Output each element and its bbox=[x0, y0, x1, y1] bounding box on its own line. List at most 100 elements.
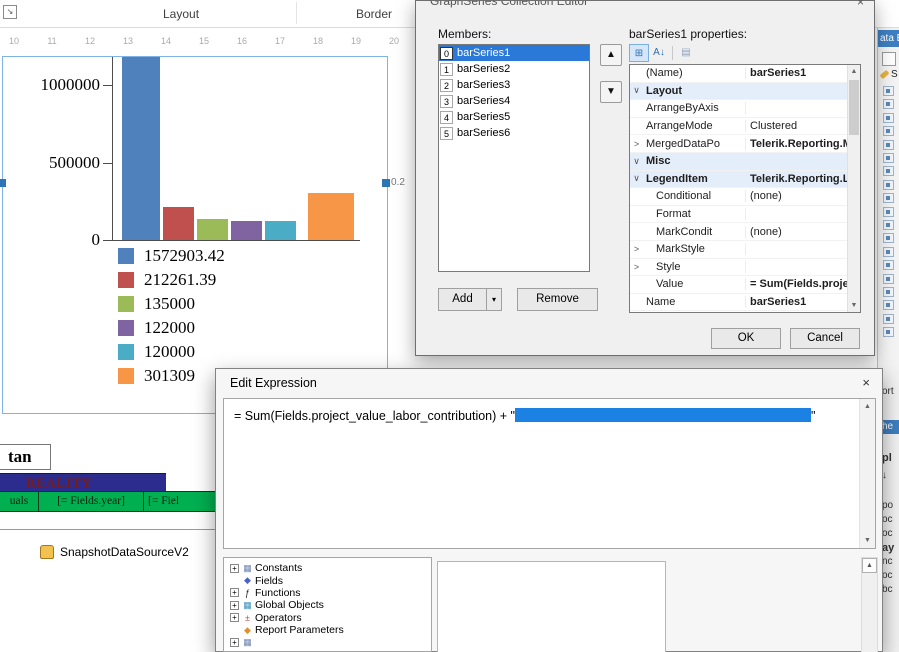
chart-bar[interactable] bbox=[308, 193, 354, 240]
property-row[interactable]: ∨Layout bbox=[630, 83, 847, 101]
property-row[interactable]: (Name)barSeries1 bbox=[630, 65, 847, 83]
expression-scrollbar[interactable]: ▲ ▼ bbox=[859, 399, 875, 548]
tree-item[interactable]: +▦Global Objects bbox=[224, 599, 431, 611]
panel-item-icon[interactable] bbox=[883, 300, 894, 310]
table-data-row[interactable]: uals [= Fields.year] [= Fiel bbox=[0, 491, 216, 512]
scroll-up-icon[interactable]: ▲ bbox=[860, 400, 875, 413]
row-expander-icon[interactable]: > bbox=[630, 139, 643, 149]
members-panel[interactable] bbox=[437, 561, 666, 652]
category-tree[interactable]: +▦Constants◆Fields+ƒFunctions+▦Global Ob… bbox=[223, 557, 432, 652]
property-row[interactable]: >MergedDataPoTelerik.Reporting.M bbox=[630, 135, 847, 153]
member-row[interactable]: 5barSeries6 bbox=[439, 125, 589, 141]
tree-item[interactable]: +▦ bbox=[224, 636, 431, 648]
property-row[interactable]: ArrangeByAxis bbox=[630, 100, 847, 118]
collection-editor-titlebar[interactable]: GraphSeries Collection Editor × bbox=[416, 1, 874, 10]
expression-text-area[interactable]: = Sum(Fields.project_value_labor_contrib… bbox=[223, 398, 876, 549]
close-icon[interactable]: × bbox=[862, 375, 870, 390]
categorized-icon[interactable]: ⊞ bbox=[629, 44, 649, 62]
chart-bar[interactable] bbox=[265, 221, 296, 240]
panel-item-icon[interactable] bbox=[883, 140, 894, 150]
chevron-down-icon[interactable]: ▾ bbox=[486, 289, 501, 310]
panel-item-icon[interactable] bbox=[883, 220, 894, 230]
property-row[interactable]: >MarkStyle bbox=[630, 241, 847, 259]
property-row[interactable]: ∨Misc bbox=[630, 153, 847, 171]
property-row[interactable]: Conditional(none) bbox=[630, 188, 847, 206]
scroll-down-icon[interactable]: ▼ bbox=[860, 534, 875, 547]
expand-icon[interactable]: + bbox=[230, 613, 239, 622]
property-row[interactable]: MarkCondit(none) bbox=[630, 223, 847, 241]
panel-key-row[interactable]: S bbox=[880, 68, 898, 80]
panel-item-icon[interactable] bbox=[883, 327, 894, 337]
chart-bar[interactable] bbox=[163, 207, 194, 240]
panel-item-icon[interactable] bbox=[883, 287, 894, 297]
description-scrollbar[interactable]: ▲ bbox=[861, 557, 878, 652]
member-row[interactable]: 4barSeries5 bbox=[439, 109, 589, 125]
row-expander-icon[interactable]: ∨ bbox=[630, 85, 643, 96]
scroll-down-icon[interactable]: ▼ bbox=[848, 299, 860, 312]
expand-icon[interactable]: + bbox=[230, 638, 239, 647]
property-row[interactable]: ArrangeModeClustered bbox=[630, 118, 847, 136]
panel-item-icon[interactable] bbox=[883, 99, 894, 109]
property-row[interactable]: Format bbox=[630, 206, 847, 224]
add-button[interactable]: Add ▾ bbox=[438, 288, 502, 311]
chart-bar[interactable] bbox=[231, 221, 262, 240]
expand-icon[interactable]: + bbox=[230, 588, 239, 597]
scroll-up-icon[interactable]: ▲ bbox=[848, 65, 860, 78]
panel-item-icon[interactable] bbox=[883, 314, 894, 324]
members-list[interactable]: 0barSeries11barSeries22barSeries33barSer… bbox=[438, 44, 590, 272]
chart-bar[interactable] bbox=[122, 57, 160, 240]
report-text-cell[interactable]: tan bbox=[0, 444, 51, 470]
panel-item-icon[interactable] bbox=[883, 274, 894, 284]
ok-button[interactable]: OK bbox=[711, 328, 781, 349]
panel-item-icon[interactable] bbox=[883, 247, 894, 257]
scrollbar-thumb[interactable] bbox=[849, 80, 859, 135]
panel-item-icon[interactable] bbox=[883, 166, 894, 176]
datasource-item[interactable]: SnapshotDataSourceV2 bbox=[40, 545, 189, 559]
remove-button[interactable]: Remove bbox=[517, 288, 598, 311]
member-row[interactable]: 1barSeries2 bbox=[439, 61, 589, 77]
table-cell[interactable]: [= Fiel bbox=[144, 492, 216, 511]
property-row[interactable]: ∨LegendItemTelerik.Reporting.L bbox=[630, 171, 847, 189]
row-expander-icon[interactable]: > bbox=[630, 262, 643, 272]
tree-item[interactable]: ◆Fields bbox=[224, 574, 431, 586]
tree-item[interactable]: +▦Constants bbox=[224, 562, 431, 574]
panel-item-icon[interactable] bbox=[883, 153, 894, 163]
tree-item[interactable]: +±Operators bbox=[224, 612, 431, 624]
table-cell[interactable]: [= Fields.year] bbox=[39, 492, 144, 511]
table-header-row[interactable]: REALITY bbox=[0, 473, 166, 492]
scroll-up-icon[interactable]: ▲ bbox=[862, 558, 877, 573]
panel-item-icon[interactable] bbox=[883, 260, 894, 270]
refresh-icon[interactable] bbox=[882, 52, 896, 66]
property-row[interactable]: Value= Sum(Fields.proje bbox=[630, 276, 847, 294]
right-panel-header[interactable]: ata E bbox=[878, 30, 899, 47]
selection-handle-left[interactable] bbox=[0, 179, 6, 187]
panel-item-icon[interactable] bbox=[883, 207, 894, 217]
cancel-button[interactable]: Cancel bbox=[790, 328, 860, 349]
row-expander-icon[interactable]: > bbox=[630, 244, 643, 254]
property-row[interactable]: >Style bbox=[630, 259, 847, 277]
property-row[interactable]: NamebarSeries1 bbox=[630, 294, 847, 312]
move-down-button[interactable]: ▼ bbox=[600, 81, 622, 103]
row-expander-icon[interactable]: ∨ bbox=[630, 156, 643, 167]
close-icon[interactable]: × bbox=[857, 1, 864, 9]
tree-item[interactable]: +ƒFunctions bbox=[224, 587, 431, 599]
table-cell[interactable]: uals bbox=[0, 492, 39, 511]
panel-item-icon[interactable] bbox=[883, 113, 894, 123]
expand-icon[interactable]: + bbox=[230, 601, 239, 610]
move-up-button[interactable]: ▲ bbox=[600, 44, 622, 66]
panel-item-icon[interactable] bbox=[883, 233, 894, 243]
property-pages-icon[interactable]: ▤ bbox=[676, 44, 696, 62]
property-grid-scrollbar[interactable]: ▲ ▼ bbox=[847, 65, 860, 312]
panel-item-icon[interactable] bbox=[883, 126, 894, 136]
member-row[interactable]: 2barSeries3 bbox=[439, 77, 589, 93]
member-row[interactable]: 3barSeries4 bbox=[439, 93, 589, 109]
row-expander-icon[interactable]: ∨ bbox=[630, 173, 643, 184]
panel-item-icon[interactable] bbox=[883, 193, 894, 203]
chart-bar[interactable] bbox=[197, 219, 228, 240]
panel-item-icon[interactable] bbox=[883, 86, 894, 96]
tree-item[interactable]: ◆Report Parameters bbox=[224, 624, 431, 636]
member-row[interactable]: 0barSeries1 bbox=[439, 45, 589, 61]
expand-icon[interactable]: + bbox=[230, 564, 239, 573]
alphabetical-icon[interactable]: A↓ bbox=[649, 44, 669, 62]
panel-item-icon[interactable] bbox=[883, 180, 894, 190]
